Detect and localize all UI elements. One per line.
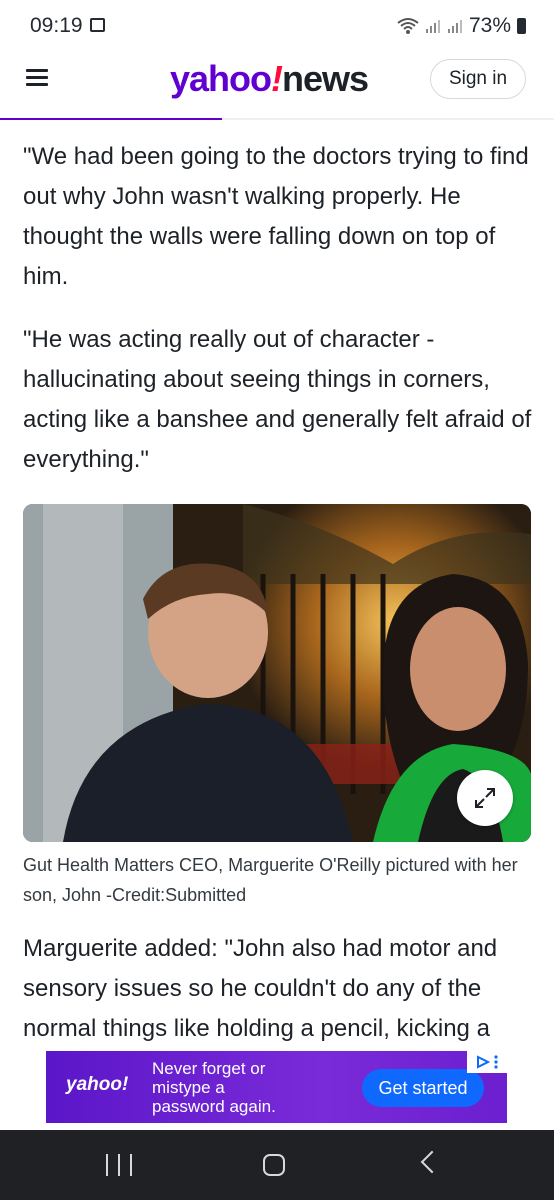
sign-in-button[interactable]: Sign in [430,59,526,99]
signal-icon [425,20,440,33]
signal-icon [447,20,462,33]
gallery-icon [90,18,105,32]
ad-text: Never forget or mistype a password again… [152,1059,276,1116]
battery-percent: 73% [468,14,511,37]
logo-news: news [282,58,369,99]
home-icon[interactable] [263,1154,285,1176]
wifi-icon [397,18,419,34]
status-icons: 73% [397,14,526,38]
yahoo-news-logo[interactable]: yahoo!news [170,58,369,100]
recents-icon[interactable] [106,1154,132,1176]
ad-banner[interactable]: yahoo! Never forget or mistype a passwor… [46,1051,507,1123]
reading-progress-bar [0,118,222,120]
expand-image-button[interactable] [457,770,513,826]
status-bar: 09:19 73% [0,0,554,50]
status-time: 09:19 [30,14,83,37]
battery-icon [517,18,526,34]
article-paragraph: "He was acting really out of character -… [23,326,532,473]
menu-icon[interactable] [26,69,48,87]
logo-bang: ! [271,58,283,99]
article-photo[interactable] [23,504,531,842]
logo-yahoo: yahoo [170,58,272,99]
article-paragraph: "We had been going to the doctors trying… [23,143,529,290]
article-paragraph: Marguerite added: "John also had motor a… [23,935,498,1042]
back-icon[interactable] [420,1150,444,1174]
expand-icon [475,788,495,808]
system-nav-bar [0,1130,554,1200]
photo-image [23,504,531,842]
photo-caption: Gut Health Matters CEO, Marguerite O'Rei… [23,855,518,905]
site-header: yahoo!news Sign in [0,50,554,120]
ad-get-started-button[interactable]: Get started [362,1069,484,1107]
ad-choices-icon[interactable] [467,1051,507,1073]
ad-yahoo-logo: yahoo! [66,1074,129,1095]
